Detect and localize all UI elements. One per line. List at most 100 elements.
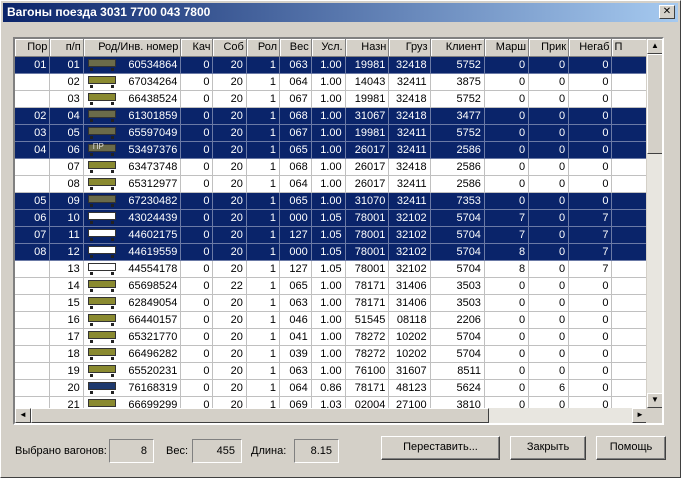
scroll-down-button[interactable]: ▼ bbox=[647, 393, 662, 408]
wagon-icon bbox=[87, 364, 117, 377]
header-col-type-inv[interactable]: Род/Инв. номер bbox=[83, 39, 182, 57]
scroll-up-button[interactable]: ▲ bbox=[647, 39, 662, 54]
vertical-scroll-thumb[interactable] bbox=[647, 54, 662, 154]
header-col-pp[interactable]: п/п bbox=[49, 39, 84, 57]
table-row[interactable]: 08 12 44619559 0 20 1 000 1.05 78001 32102 5704 8 0 7 bbox=[15, 243, 648, 261]
header-col-nazn[interactable]: Назн bbox=[345, 39, 390, 57]
cell-por bbox=[15, 175, 51, 193]
cell-rol: 1 bbox=[246, 124, 281, 142]
cell-negab: 0 bbox=[568, 192, 613, 210]
cell-negab: 7 bbox=[568, 226, 613, 244]
close-button[interactable]: Закрыть bbox=[510, 436, 586, 460]
cell-p bbox=[611, 294, 648, 312]
table-row[interactable]: 15 62849054 0 20 1 063 1.00 78171 31406 3503 0 0 0 bbox=[15, 294, 648, 312]
horizontal-scrollbar[interactable]: ◄ ► bbox=[15, 408, 648, 423]
inventory-number: 60534864 bbox=[128, 58, 178, 71]
table-row[interactable]: 20 76168319 0 20 1 064 0.86 78171 48123 5624 0 6 0 bbox=[15, 379, 648, 397]
cell-type-inv: 44602175 bbox=[83, 226, 182, 244]
table-row[interactable]: 07 63473748 0 20 1 068 1.00 26017 32418 2586 0 0 0 bbox=[15, 158, 648, 176]
cell-pp: 12 bbox=[49, 243, 84, 261]
table-row[interactable]: 18 66496282 0 20 1 039 1.00 78272 10202 5704 0 0 0 bbox=[15, 345, 648, 363]
horizontal-scroll-thumb[interactable] bbox=[31, 408, 489, 423]
cell-p bbox=[611, 73, 648, 91]
header-col-ves[interactable]: Вес bbox=[279, 39, 312, 57]
table-row[interactable]: 03 05 65597049 0 20 1 067 1.00 19981 32411 5752 0 0 0 bbox=[15, 124, 648, 142]
table-row[interactable]: 06 10 43024439 0 20 1 000 1.05 78001 32102 5704 7 0 7 bbox=[15, 209, 648, 227]
inventory-number: 65698524 bbox=[128, 279, 178, 292]
cell-kach: 0 bbox=[180, 260, 214, 278]
cell-sob: 20 bbox=[212, 124, 247, 142]
header-col-prik[interactable]: Прик bbox=[528, 39, 570, 57]
cell-sob: 20 bbox=[212, 328, 247, 346]
cell-rol: 1 bbox=[246, 345, 281, 363]
cell-gruz: 32102 bbox=[388, 209, 431, 227]
cell-ves: 068 bbox=[279, 107, 312, 125]
cell-pp: 18 bbox=[49, 345, 84, 363]
close-window-button[interactable]: ✕ bbox=[659, 5, 675, 19]
header-col-marsh[interactable]: Марш bbox=[484, 39, 530, 57]
table-row[interactable]: 19 65520231 0 20 1 063 1.00 76100 31607 8511 0 0 0 bbox=[15, 362, 648, 380]
header-col-negab[interactable]: Негаб bbox=[568, 39, 613, 57]
cell-por: 07 bbox=[15, 226, 51, 244]
cell-p bbox=[611, 141, 648, 159]
wagon-icon bbox=[87, 381, 117, 394]
cell-type-inv: 66438524 bbox=[83, 90, 182, 108]
table-row[interactable]: 13 44554178 0 20 1 127 1.05 78001 32102 5704 8 0 7 bbox=[15, 260, 648, 278]
cell-prik: 0 bbox=[528, 328, 570, 346]
table-row[interactable]: 07 11 44602175 0 20 1 127 1.05 78001 32102 5704 7 0 7 bbox=[15, 226, 648, 244]
header-col-sob[interactable]: Соб bbox=[212, 39, 247, 57]
reorder-button[interactable]: Переставить... bbox=[381, 436, 500, 460]
table-row[interactable]: 02 67034264 0 20 1 064 1.00 14043 32411 3875 0 0 0 bbox=[15, 73, 648, 91]
cell-negab: 0 bbox=[568, 345, 613, 363]
header-col-gruz[interactable]: Груз bbox=[388, 39, 431, 57]
cell-gruz: 10202 bbox=[388, 328, 431, 346]
header-col-client[interactable]: Клиент bbox=[430, 39, 485, 57]
cell-rol: 1 bbox=[246, 192, 281, 210]
table-row[interactable]: 21 66699299 0 20 1 069 1.03 02004 27100 3810 0 0 0 bbox=[15, 396, 648, 408]
table-row[interactable]: 17 65321770 0 20 1 041 1.00 78272 10202 5704 0 0 0 bbox=[15, 328, 648, 346]
header-col-rol[interactable]: Рол bbox=[246, 39, 281, 57]
cell-type-inv: 67034264 bbox=[83, 73, 182, 91]
cell-nazn: 78171 bbox=[345, 294, 390, 312]
cell-por: 01 bbox=[15, 56, 51, 74]
table-row[interactable]: 01 01 60534864 0 20 1 063 1.00 19981 32418 5752 0 0 0 bbox=[15, 56, 648, 74]
header-col-p[interactable]: П bbox=[611, 39, 648, 57]
table-row[interactable]: 14 65698524 0 22 1 065 1.00 78171 31406 3503 0 0 0 bbox=[15, 277, 648, 295]
cell-gruz: 32102 bbox=[388, 226, 431, 244]
cell-negab: 0 bbox=[568, 175, 613, 193]
cell-kach: 0 bbox=[180, 294, 214, 312]
wagons-dialog: Вагоны поезда 3031 7700 043 7800 ✕ Пор п/… bbox=[0, 0, 681, 478]
header-row: Пор п/п Род/Инв. номер Кач Соб Рол Вес Усл. Назн… bbox=[15, 39, 648, 57]
cell-marsh: 0 bbox=[484, 379, 530, 397]
header-col-kach[interactable]: Кач bbox=[180, 39, 214, 57]
cell-p bbox=[611, 124, 648, 142]
cell-rol: 1 bbox=[246, 56, 281, 74]
header-col-usl[interactable]: Усл. bbox=[311, 39, 346, 57]
cell-pp: 04 bbox=[49, 107, 84, 125]
cell-kach: 0 bbox=[180, 209, 214, 227]
header-col-por[interactable]: Пор bbox=[15, 39, 51, 57]
cell-por bbox=[15, 73, 51, 91]
table-row[interactable]: 08 65312977 0 20 1 064 1.00 26017 32411 2586 0 0 0 bbox=[15, 175, 648, 193]
cell-kach: 0 bbox=[180, 107, 214, 125]
cell-pp: 03 bbox=[49, 90, 84, 108]
weight-label: Вес: bbox=[166, 445, 189, 457]
cell-client: 2586 bbox=[430, 158, 485, 176]
vertical-scrollbar[interactable]: ▲ ▼ bbox=[646, 39, 662, 408]
cell-ves: 000 bbox=[279, 209, 312, 227]
cell-gruz: 08118 bbox=[388, 311, 431, 329]
help-button[interactable]: Помощь bbox=[596, 436, 666, 460]
cell-usl: 1.05 bbox=[311, 209, 346, 227]
table-row[interactable]: 04 06 ПР 53497376 0 20 1 065 1.00 26017 32411 2586 0… bbox=[15, 141, 648, 159]
cell-sob: 20 bbox=[212, 73, 247, 91]
cell-kach: 0 bbox=[180, 396, 214, 408]
scroll-left-button[interactable]: ◄ bbox=[15, 408, 31, 423]
inventory-number: 62849054 bbox=[128, 296, 178, 309]
table-row[interactable]: 03 66438524 0 20 1 067 1.00 19981 32418 5752 0 0 0 bbox=[15, 90, 648, 108]
table-row[interactable]: 05 09 67230482 0 20 1 065 1.00 31070 32411 7353 0 0 0 bbox=[15, 192, 648, 210]
dialog-title: Вагоны поезда 3031 7700 043 7800 bbox=[3, 3, 678, 22]
table-row[interactable]: 02 04 61301859 0 20 1 068 1.00 31067 32418 3477 0 0 0 bbox=[15, 107, 648, 125]
cell-prik: 0 bbox=[528, 396, 570, 408]
inventory-number: 66438524 bbox=[128, 92, 178, 105]
table-row[interactable]: 16 66440157 0 20 1 046 1.00 51545 08118 2206 0 0 0 bbox=[15, 311, 648, 329]
